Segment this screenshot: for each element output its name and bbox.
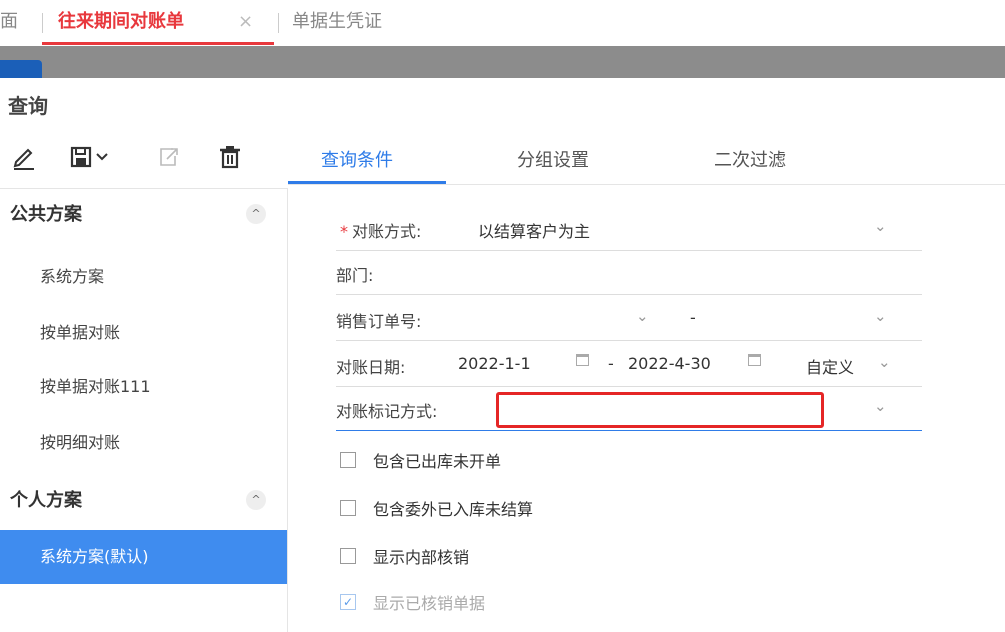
scheme-item[interactable]: 系统方案 (0, 252, 287, 302)
include-shipped-unbilled-checkbox[interactable]: 包含已出库未开单 (340, 448, 926, 474)
scheme-item[interactable]: 按单据对账 (0, 308, 287, 358)
field-label: 部门: (336, 266, 374, 285)
scheme-sidebar: 公共方案 ^ 系统方案 按单据对账 按单据对账111 按明细对账 个人方案 ^ … (0, 188, 288, 632)
tab-divider (42, 13, 43, 33)
tab-previous[interactable]: 面 (0, 0, 18, 44)
chevron-down-icon[interactable]: ⌄ (878, 353, 891, 371)
dialog-title: 查询 (8, 94, 48, 118)
close-icon[interactable]: × (238, 0, 253, 44)
checkmark-icon[interactable]: ✓ (340, 594, 356, 610)
checkbox-box[interactable] (340, 452, 356, 468)
field-label: 对账标记方式: (336, 402, 438, 421)
reconcile-date-field: 对账日期: 2022-1-1 - 2022-4-30 自定义 ⌄ (336, 342, 922, 387)
field-label-text: 对账方式: (352, 222, 422, 241)
scheme-item[interactable]: 按明细对账 (0, 418, 287, 468)
section-title: 个人方案 (10, 490, 82, 511)
chevron-down-icon[interactable]: ⌄ (636, 307, 649, 325)
scheme-item[interactable]: 按单据对账111 (0, 362, 287, 412)
chevron-down-icon[interactable]: ⌄ (874, 217, 887, 235)
calendar-icon[interactable] (748, 354, 761, 366)
field-label: 销售订单号: (336, 312, 422, 331)
field-label: * 对账方式: (340, 218, 421, 242)
scheme-item-selected[interactable]: 系统方案(默认) (0, 530, 287, 584)
collapse-icon[interactable]: ^ (246, 490, 266, 510)
active-tab-indicator (42, 42, 274, 45)
reconcile-mode-value: 以结算客户为主 (478, 222, 591, 241)
scheme-toolbar (0, 130, 287, 189)
reconcile-mode-field[interactable]: * 对账方式: 以结算客户为主 ⌄ (336, 206, 922, 251)
document-tab-bar: 面 往来期间对账单 × 单据生凭证 (0, 0, 1005, 46)
chevron-down-icon[interactable]: ⌄ (874, 307, 887, 325)
pencil-icon[interactable] (4, 142, 44, 176)
trash-icon[interactable] (210, 142, 250, 176)
highlight-annotation-box (496, 392, 824, 428)
show-internal-writeoff-checkbox[interactable]: 显示内部核销 (340, 544, 926, 570)
export-icon[interactable] (148, 142, 188, 176)
sales-order-field[interactable]: 销售订单号: ⌄ - ⌄ (336, 296, 922, 341)
checkbox-label: 包含委外已入库未结算 (373, 500, 534, 519)
checkbox-box[interactable] (340, 548, 356, 564)
section-title: 公共方案 (10, 204, 82, 225)
tab-period-statement[interactable]: 往来期间对账单 (58, 0, 184, 44)
required-marker: * (340, 222, 348, 241)
tab-group-settings[interactable]: 分组设置 (517, 146, 589, 172)
range-separator: - (608, 354, 614, 373)
date-range-select[interactable]: 自定义 (806, 354, 854, 378)
chevron-down-icon[interactable]: ⌄ (874, 397, 887, 415)
checkbox-label: 显示已核销单据 (373, 594, 486, 613)
tab-divider (278, 13, 279, 33)
date-to-input[interactable]: 2022-4-30 (628, 354, 711, 373)
checkbox-box[interactable] (340, 500, 356, 516)
calendar-icon[interactable] (576, 354, 589, 366)
collapse-icon[interactable]: ^ (246, 204, 266, 224)
tab-query-conditions[interactable]: 查询条件 (321, 146, 393, 172)
public-scheme-section[interactable]: 公共方案 ^ (0, 188, 287, 238)
save-icon[interactable] (64, 142, 120, 176)
department-field[interactable]: 部门: (336, 250, 922, 295)
show-writtenoff-docs-checkbox[interactable]: ✓ 显示已核销单据 (340, 590, 926, 616)
tab-voucher-generation[interactable]: 单据生凭证 (292, 0, 382, 44)
query-tabs: 查询条件 分组设置 二次过滤 (288, 130, 1005, 185)
range-separator: - (690, 308, 696, 327)
checkbox-label: 显示内部核销 (373, 548, 470, 567)
include-outsourced-unsettled-checkbox[interactable]: 包含委外已入库未结算 (340, 496, 926, 522)
date-from-input[interactable]: 2022-1-1 (458, 354, 531, 373)
field-label: 对账日期: (336, 358, 406, 377)
active-tab-indicator (288, 181, 446, 184)
tab-secondary-filter[interactable]: 二次过滤 (714, 146, 786, 172)
checkbox-label: 包含已出库未开单 (373, 452, 502, 471)
dimmed-toolbar-backdrop (0, 46, 1005, 78)
dimmed-primary-button (0, 60, 42, 78)
personal-scheme-section[interactable]: 个人方案 ^ (0, 474, 287, 524)
